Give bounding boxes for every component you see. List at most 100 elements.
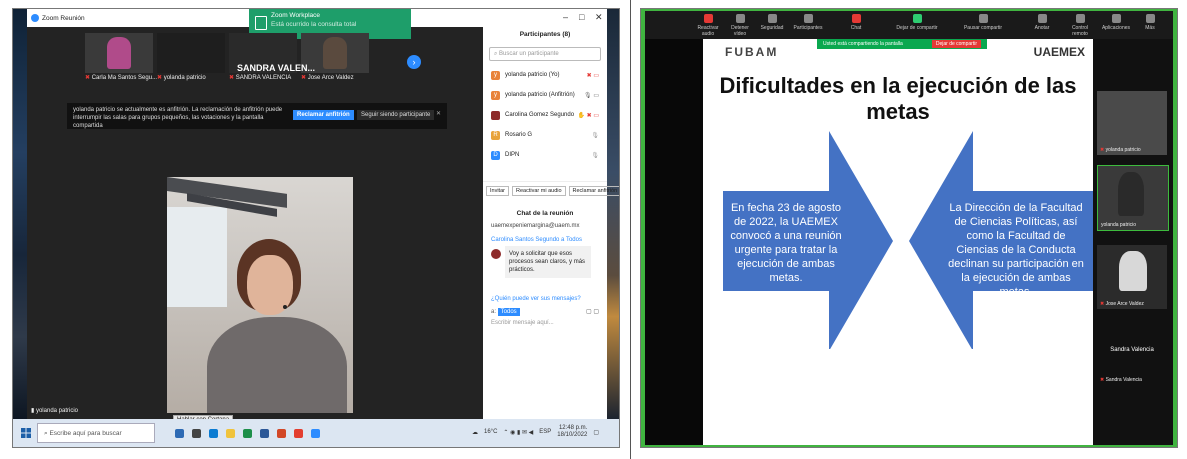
gallery-tile[interactable]: yolanda patricio: [1097, 165, 1169, 231]
document-icon: [255, 16, 267, 30]
claim-host-panel-button[interactable]: Reclamar anfitrión: [568, 186, 619, 196]
claim-host-button[interactable]: Reclamar anfitrión: [293, 110, 354, 120]
stop-share-button[interactable]: Dejar de compartir: [895, 14, 939, 31]
participant-name: yolanda patricio (Yo): [505, 72, 560, 78]
muted-mic-icon: ✖ ▭: [586, 72, 599, 79]
gallery-tile-name: ✖ yolanda patricio: [1100, 147, 1141, 153]
participant-name: Rosario G: [505, 132, 533, 138]
weather-icon: ☁: [472, 429, 478, 436]
participant-row[interactable]: R Rosario G 🎙: [483, 125, 607, 145]
video-thumbnail[interactable]: [157, 33, 225, 73]
word-icon[interactable]: [260, 428, 269, 438]
chat-recipient-select[interactable]: Todos: [497, 308, 520, 316]
thumbnail-label: ✖ Carla Ma Santos Segu...: [85, 75, 158, 81]
host-notification-bar: yolanda patricio se actualmente es anfit…: [67, 103, 447, 129]
participants-panel: Participantes (8) ⌕ Buscar un participan…: [483, 27, 619, 419]
windows-start-icon[interactable]: [21, 428, 31, 438]
participant-photo: [107, 37, 131, 69]
zoom-meeting-window: Zoom Reunión – □ ✕ Zoom Workplace Está o…: [27, 9, 619, 419]
right-screenshot: Reactivar audio Detener vídeo Seguridad …: [640, 8, 1178, 448]
notification-text: yolanda patricio se actualmente es anfit…: [73, 107, 283, 129]
language-indicator[interactable]: ESP: [539, 429, 551, 435]
avatar: y: [491, 90, 500, 100]
security-button[interactable]: Seguridad: [757, 14, 787, 31]
speaker-name-banner: SANDRA VALEN...: [237, 63, 316, 73]
system-tray: ☁ 16°C ⌃ ◉ ▮ ✉ ◀ ESP 12:48 p.m. 18/10/20…: [472, 425, 599, 439]
stop-sharing-button[interactable]: Dejar de compartir: [931, 40, 981, 48]
zoom-share-toolbar: Reactivar audio Detener vídeo Seguridad …: [645, 11, 1173, 39]
participant-row[interactable]: y yolanda patricio (Yo) ✖ ▭: [483, 65, 607, 85]
gallery-tile-name: yolanda patricio: [1101, 222, 1137, 228]
participant-row[interactable]: y yolanda patricio (Anfitrión) 🎙 ▭: [483, 85, 607, 105]
chrome-icon[interactable]: [294, 428, 303, 438]
invite-button[interactable]: Invitar: [486, 186, 509, 196]
slide-title: Dificultades en la ejecución de las meta…: [719, 73, 1077, 124]
mic-icon: 🎙: [591, 132, 599, 139]
chat-input[interactable]: Escribir mensaje aquí...: [491, 320, 599, 326]
tray-icons[interactable]: ⌃ ◉ ▮ ✉ ◀: [503, 429, 533, 436]
file-explorer-icon[interactable]: [226, 428, 235, 438]
next-page-icon[interactable]: ›: [407, 55, 421, 69]
zoom-share-screen: Reactivar audio Detener vídeo Seguridad …: [645, 11, 1173, 445]
attach-file-icon[interactable]: ▢ ▢: [586, 308, 599, 315]
thumbnail-label: ✖ Jose Arce Valdez: [301, 75, 354, 81]
maximize-icon[interactable]: □: [579, 12, 584, 22]
participant-photo: [1118, 172, 1144, 216]
chat-message-email: uaemexpeniemargina@uaem.mx: [491, 223, 580, 229]
participant-row[interactable]: Carolina Gomez Segundo ✋ ✖ ▭: [483, 105, 607, 125]
video-thumbnail[interactable]: [85, 33, 153, 73]
zoom-taskbar-icon[interactable]: [311, 428, 320, 438]
remain-participant-button[interactable]: Seguir siendo participante: [357, 110, 435, 120]
video-gallery: ✖ yolanda patricio yolanda patricio ✖ Jo…: [1093, 39, 1173, 445]
mic-icon: 🎙: [591, 152, 599, 159]
participant-row[interactable]: D DIPN 🎙: [483, 145, 607, 165]
taskbar-search-input[interactable]: ⌕ Escribe aquí para buscar: [37, 423, 155, 443]
cortana-icon[interactable]: [175, 428, 184, 438]
active-speaker-video: [167, 177, 353, 413]
close-notification-icon[interactable]: ✕: [436, 110, 441, 117]
window-title: Zoom Reunión: [42, 14, 85, 22]
close-icon[interactable]: ✕: [595, 12, 603, 23]
stop-video-button[interactable]: Detener vídeo: [725, 14, 755, 37]
person-body: [207, 317, 347, 413]
logo-left: FUBAM: [725, 45, 779, 59]
participant-name: DIPN: [505, 152, 520, 158]
share-status-text: Usted está compartiendo la pantalla: [823, 41, 903, 47]
logo-right: UAEMEX: [1033, 45, 1085, 59]
gallery-tile[interactable]: ✖ Jose Arce Valdez: [1097, 245, 1167, 309]
unmute-me-button[interactable]: Reactivar mi audio: [511, 186, 566, 196]
apps-button[interactable]: Aplicaciones: [1101, 14, 1131, 31]
muted-mic-icon: ✖: [157, 75, 164, 81]
unmute-audio-button[interactable]: Reactivar audio: [693, 14, 723, 37]
left-screenshot: Zoom Reunión – □ ✕ Zoom Workplace Está o…: [12, 8, 620, 448]
task-view-icon[interactable]: [192, 428, 201, 438]
clock[interactable]: 12:48 p.m. 18/10/2022: [557, 425, 587, 439]
gallery-tile[interactable]: Sandra Valencia ✖ Sandra Valencia: [1097, 321, 1167, 385]
chat-message: Voy a solicitar que esos procesos sean c…: [505, 246, 591, 278]
chat-button[interactable]: Chat: [841, 14, 871, 31]
chat-recipient-label: a:: [491, 309, 498, 315]
more-button[interactable]: Más: [1135, 14, 1165, 31]
remote-control-button[interactable]: Control remoto: [1065, 14, 1095, 37]
pause-share-button[interactable]: Pausar compartir: [961, 14, 1005, 31]
participant-search-input[interactable]: ⌕ Buscar un participante: [489, 47, 601, 61]
gallery-tile[interactable]: ✖ yolanda patricio: [1097, 91, 1167, 155]
participants-title: Participantes (8): [519, 31, 571, 38]
muted-mic-icon: ✖: [85, 75, 92, 81]
powerpoint-icon[interactable]: [277, 428, 286, 438]
minimize-icon[interactable]: –: [563, 12, 568, 22]
avatar: R: [491, 130, 500, 140]
participants-button[interactable]: Participantes: [793, 14, 823, 31]
notifications-icon[interactable]: ▢: [593, 429, 599, 436]
desktop-wallpaper-left: [13, 9, 27, 419]
presentation-slide: FUBAM UAEMEX Dificultades en la ejecució…: [703, 39, 1093, 445]
excel-icon[interactable]: [243, 428, 252, 438]
desktop-wallpaper-right: [607, 9, 619, 419]
thumbnail-label: ✖ yolanda patricio: [157, 75, 206, 81]
muted-mic-icon: ✋ ✖ ▭: [577, 112, 599, 119]
edge-icon[interactable]: [209, 428, 218, 438]
gallery-tile-label: Sandra Valencia: [1110, 347, 1154, 353]
muted-mic-icon: ✖: [301, 75, 308, 81]
annotate-button[interactable]: Anotar: [1027, 14, 1057, 31]
chat-visibility-link[interactable]: ¿Quién puede ver sus mensajes?: [491, 296, 599, 302]
